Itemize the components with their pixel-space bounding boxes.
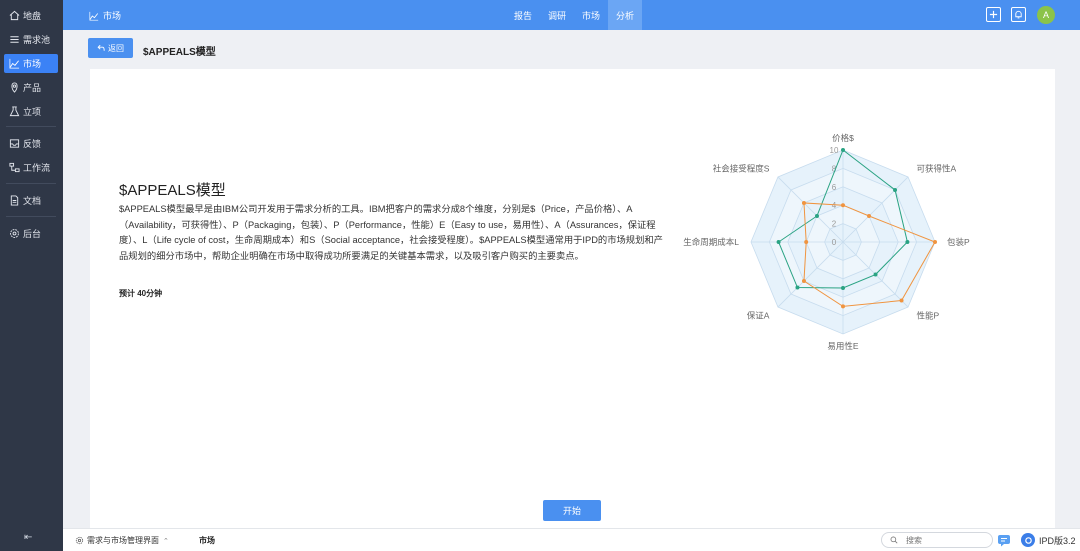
sidebar-divider: [6, 216, 56, 217]
workflow-icon: [9, 162, 20, 173]
top-tabs: 报告 调研 市场 分析: [506, 0, 643, 30]
radar-axis-label: 易用性E: [827, 341, 859, 351]
module-switcher[interactable]: 需求与市场管理界面 ⌃: [75, 535, 169, 546]
return-icon: [97, 44, 105, 51]
sidebar-item-requirements[interactable]: 需求池: [4, 30, 58, 49]
model-card: $APPEALS模型 $APPEALS模型最早是由IBM公司开发用于需求分析的工…: [90, 69, 1055, 529]
radar-series-point: [933, 240, 937, 244]
estimated-time: 预计 40分钟: [119, 289, 163, 298]
sidebar-item-label: 文档: [23, 196, 42, 206]
sidebar-item-project[interactable]: 立项: [4, 102, 58, 121]
radar-series-point: [873, 272, 878, 277]
radar-tick-label: 10: [830, 146, 839, 155]
gear-icon: [10, 229, 19, 238]
tab-analysis[interactable]: 分析: [608, 0, 643, 30]
back-button[interactable]: 返回: [88, 38, 133, 58]
sidebar-item-product[interactable]: 产品: [4, 78, 58, 97]
radar-axis-label: 社会接受程度S: [713, 163, 770, 173]
radar-series-point: [804, 240, 809, 244]
bottom-bar: 需求与市场管理界面 ⌃ 市场 IPD版3.2: [63, 528, 1080, 551]
chat-icon[interactable]: [997, 533, 1013, 547]
flask-icon: [9, 106, 20, 117]
page-title: $APPEALS模型: [143, 47, 216, 58]
search-field[interactable]: [881, 532, 993, 548]
model-description: $APPEALS模型最早是由IBM公司开发用于需求分析的工具。IBM把客户的需求…: [119, 204, 663, 261]
chevron-up-icon: ⌃: [163, 537, 169, 545]
sidebar-item-label: 后台: [23, 229, 42, 239]
radar-series-point: [801, 279, 806, 284]
radar-series-point: [905, 240, 910, 244]
sidebar-item-admin[interactable]: 后台: [4, 224, 58, 243]
list-icon: [10, 36, 19, 43]
radar-series-point: [841, 304, 845, 309]
plus-icon: [989, 10, 998, 19]
module-label: 需求与市场管理界面: [87, 536, 159, 545]
tab-market[interactable]: 市场: [574, 0, 608, 30]
document-icon: [10, 195, 19, 206]
sidebar-item-feedback[interactable]: 反馈: [4, 134, 58, 153]
radar-axis-label: 保证A: [747, 311, 770, 321]
chart-icon: [89, 11, 99, 20]
version-label: IPD版3.2: [1039, 535, 1076, 546]
radar-series-point: [899, 298, 904, 303]
gear-icon: [75, 536, 84, 545]
bell-icon: [1015, 10, 1022, 19]
radar-series-point: [893, 187, 898, 192]
sidebar-item-market[interactable]: 市场: [4, 54, 58, 73]
radar-tick-label: 4: [832, 201, 837, 210]
top-title: 市场: [89, 9, 121, 22]
collapse-sidebar-icon[interactable]: ⇤: [24, 532, 32, 543]
tab-report[interactable]: 报告: [506, 0, 540, 30]
sidebar-item-label: 工作流: [23, 163, 51, 173]
sidebar-item-label: 地盘: [23, 11, 42, 21]
notification-button[interactable]: [1011, 7, 1026, 22]
radar-series-point: [867, 213, 872, 218]
sidebar-item-home[interactable]: 地盘: [4, 6, 58, 25]
sidebar-item-workflow[interactable]: 工作流: [4, 158, 58, 177]
radar-tick-label: 0: [832, 238, 837, 247]
version-info: IPD版3.2: [1021, 533, 1076, 547]
model-title: $APPEALS模型: [119, 182, 226, 199]
chart-icon: [9, 58, 20, 69]
top-title-label: 市场: [103, 11, 122, 21]
add-button[interactable]: [986, 7, 1001, 22]
search-input[interactable]: [906, 535, 976, 545]
top-bar: 市场 报告 调研 市场 分析 A: [63, 0, 1080, 30]
radar-series-point: [814, 213, 819, 218]
radar-axis-label: 性能P: [917, 311, 940, 321]
inbox-icon: [9, 139, 20, 148]
sidebar-item-label: 产品: [23, 83, 42, 93]
radar-axis-label: 生命周期成本L: [683, 237, 739, 247]
location-icon: [11, 82, 18, 93]
radar-series-point: [795, 285, 800, 290]
avatar[interactable]: A: [1037, 6, 1055, 24]
sidebar-item-label: 反馈: [23, 139, 42, 149]
radar-series-point: [841, 203, 845, 208]
radar-series-point: [801, 200, 806, 205]
sidebar-item-label: 市场: [23, 59, 42, 69]
home-icon: [9, 10, 20, 21]
breadcrumb: 市场: [199, 536, 215, 545]
start-button[interactable]: 开始: [543, 500, 601, 521]
radar-tick-label: 2: [832, 220, 837, 229]
radar-axis-label: 可获得性A: [917, 163, 957, 173]
radar-axis-label: 价格$: [832, 133, 854, 143]
sidebar-item-label: 立项: [23, 107, 42, 117]
sidebar-divider: [6, 126, 56, 127]
radar-series-point: [841, 148, 845, 152]
radar-series-point: [776, 240, 781, 244]
back-button-label: 返回: [108, 43, 124, 53]
sidebar-item-docs[interactable]: 文档: [4, 191, 58, 210]
radar-chart: 0246810价格$可获得性A包装P性能P易用性E保证A生命周期成本L社会接受程…: [683, 133, 970, 351]
tab-research[interactable]: 调研: [540, 0, 574, 30]
product-logo-icon: [1021, 533, 1035, 547]
radar-series-point: [841, 286, 845, 290]
sidebar-item-label: 需求池: [23, 35, 51, 45]
search-icon: [890, 536, 898, 544]
radar-axis-label: 包装P: [947, 237, 970, 247]
sidebar: 地盘 需求池 市场 产品 立项 反馈 工作流 文档 后台 ⇤: [0, 0, 63, 551]
radar-tick-label: 6: [832, 183, 837, 192]
sidebar-divider: [6, 183, 56, 184]
